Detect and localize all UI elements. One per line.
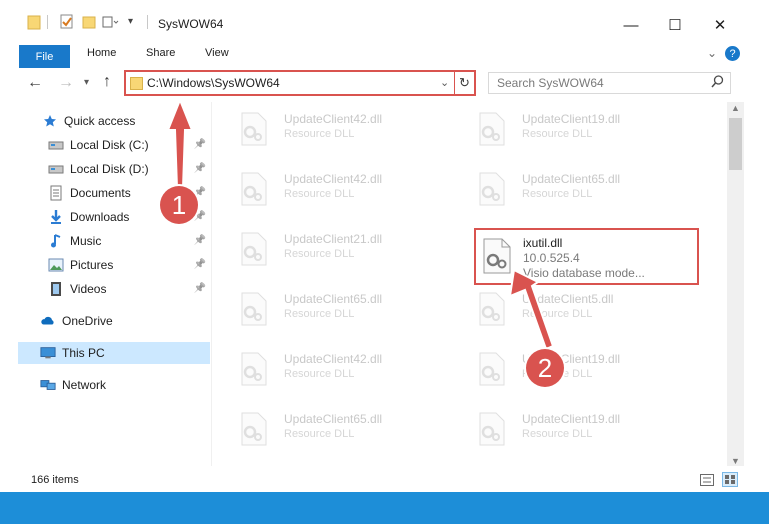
annotation-arrows [166,97,555,351]
arrow-1 [166,97,194,189]
step-2-badge: 2 [526,349,564,387]
step-1-badge: 1 [160,186,198,224]
arrow-2 [508,268,555,351]
